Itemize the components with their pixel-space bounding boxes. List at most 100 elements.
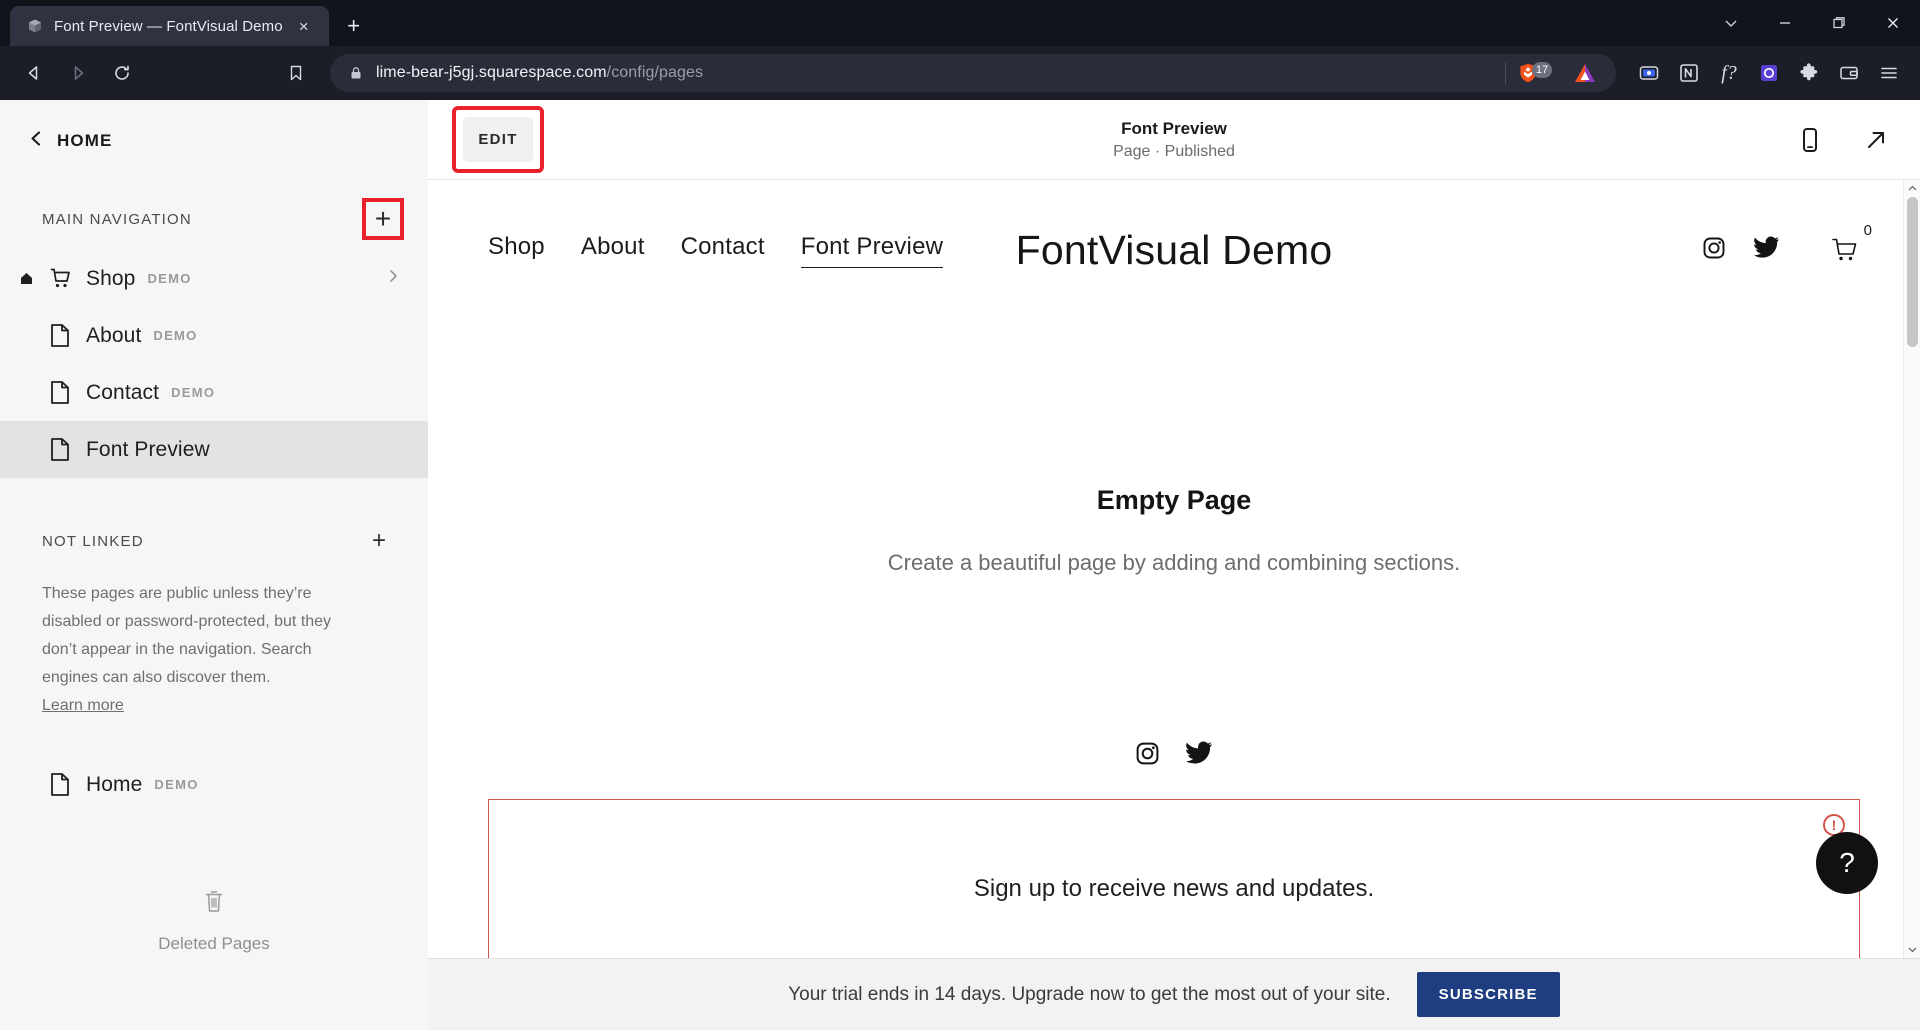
empty-page-state: Empty Page Create a beautiful page by ad…	[488, 485, 1860, 576]
shopping-cart-icon[interactable]: 0	[1830, 222, 1872, 264]
reload-icon[interactable]	[102, 53, 142, 93]
page-preview-panel: EDIT Font Preview Page · Published Shop …	[428, 100, 1920, 1030]
new-tab-button[interactable]: +	[337, 9, 371, 43]
add-page-main-nav-button[interactable]: +	[362, 198, 404, 240]
preview-scrollbar[interactable]	[1903, 180, 1920, 958]
sidebar-item-about[interactable]: About DEMO	[0, 307, 428, 364]
page-icon	[40, 380, 80, 405]
edit-button[interactable]: EDIT	[463, 117, 533, 162]
main-navigation-title: MAIN NAVIGATION	[42, 210, 192, 228]
browser-window: Font Preview — FontVisual Demo × + lime-…	[0, 0, 1920, 1030]
notion-icon[interactable]	[1672, 56, 1706, 90]
page-icon	[40, 772, 80, 797]
opera-o-icon[interactable]	[1752, 56, 1786, 90]
page-status: Page · Published	[1113, 142, 1235, 160]
newsletter-text: Sign up to receive news and updates.	[973, 875, 1375, 902]
subscribe-button[interactable]: SUBSCRIBE	[1416, 972, 1560, 1017]
preview-header: EDIT Font Preview Page · Published	[428, 100, 1920, 180]
page-icon	[40, 323, 80, 348]
main-navigation-header: MAIN NAVIGATION +	[0, 152, 428, 240]
minimize-button[interactable]	[1758, 0, 1812, 46]
bookmark-icon[interactable]	[276, 53, 316, 93]
cart-icon	[40, 266, 80, 291]
sidebar-item-label: Font Preview	[86, 437, 210, 461]
maximize-button[interactable]	[1812, 0, 1866, 46]
empty-page-title: Empty Page	[1096, 485, 1252, 515]
sidebar-item-badge: DEMO	[147, 271, 192, 286]
trial-banner: Your trial ends in 14 days. Upgrade now …	[428, 958, 1920, 1030]
lock-icon	[348, 65, 364, 81]
shield-badge-count: 17	[1532, 62, 1552, 78]
address-bar[interactable]: lime-bear-j5gj.squarespace.com/config/pa…	[330, 54, 1616, 92]
sidebar-back-home[interactable]: HOME	[0, 100, 428, 152]
site-header-social: 0	[1702, 222, 1872, 265]
pages-sidebar: HOME MAIN NAVIGATION + Shop DEMO About D…	[0, 100, 428, 1030]
newsletter-section[interactable]: Sign up to receive news and updates. !	[488, 799, 1860, 958]
preview-actions	[1794, 124, 1892, 156]
cart-count: 0	[1863, 222, 1872, 239]
twitter-icon[interactable]	[1186, 741, 1213, 771]
scroll-up-arrow-icon[interactable]	[1904, 180, 1920, 197]
site-nav-contact[interactable]: Contact	[681, 233, 765, 267]
tab-title: Font Preview — FontVisual Demo	[54, 17, 283, 35]
not-linked-description: These pages are public unless they’re di…	[0, 558, 428, 720]
homepage-indicator-icon	[12, 271, 40, 286]
edit-button-wrapper: EDIT	[452, 106, 544, 173]
site-header: Shop About Contact Font Preview FontVisu…	[488, 180, 1872, 300]
instagram-icon[interactable]	[1135, 741, 1160, 771]
site-footer-social	[488, 741, 1860, 771]
instagram-icon[interactable]	[1702, 236, 1726, 265]
capture-icon[interactable]	[1632, 56, 1666, 90]
omnibox-actions: 17	[1505, 56, 1606, 90]
back-icon[interactable]	[14, 53, 54, 93]
scrollbar-thumb[interactable]	[1907, 197, 1918, 347]
divider	[1505, 62, 1506, 84]
site-nav-about[interactable]: About	[581, 233, 645, 267]
not-linked-header: NOT LINKED +	[0, 478, 428, 558]
not-linked-description-text: These pages are public unless they’re di…	[42, 585, 332, 686]
site-navigation: Shop About Contact Font Preview	[488, 233, 944, 268]
extensions-puzzle-icon[interactable]	[1792, 56, 1826, 90]
learn-more-link[interactable]: Learn more	[42, 697, 124, 714]
sidebar-item-contact[interactable]: Contact DEMO	[0, 364, 428, 421]
deleted-pages-button[interactable]: Deleted Pages	[0, 889, 428, 954]
cube-icon	[26, 17, 44, 35]
close-window-button[interactable]	[1866, 0, 1920, 46]
external-link-icon[interactable]	[1860, 124, 1892, 156]
sidebar-item-label: Contact	[86, 380, 160, 404]
wallet-icon[interactable]	[1832, 56, 1866, 90]
site-nav-font-preview[interactable]: Font Preview	[800, 233, 944, 268]
sidebar-item-badge: DEMO	[154, 777, 199, 792]
close-icon[interactable]: ×	[293, 15, 315, 37]
url-path: /config/pages	[606, 64, 704, 81]
mobile-device-icon[interactable]	[1794, 124, 1826, 156]
browser-tab[interactable]: Font Preview — FontVisual Demo ×	[10, 6, 329, 46]
not-linked-list: Home DEMO	[0, 756, 428, 813]
sidebar-item-font-preview[interactable]: Font Preview	[0, 421, 428, 478]
empty-page-subtitle: Create a beautiful page by adding and co…	[887, 550, 1461, 575]
help-button[interactable]: ?	[1816, 832, 1878, 894]
sidebar-item-home[interactable]: Home DEMO	[0, 756, 428, 813]
f-question-icon[interactable]: f?	[1712, 56, 1746, 90]
chevron-left-icon	[28, 130, 45, 152]
scroll-down-arrow-icon[interactable]	[1904, 941, 1920, 958]
chevron-down-icon[interactable]	[1704, 0, 1758, 46]
sidebar-item-badge: DEMO	[153, 328, 198, 343]
sidebar-home-label: HOME	[57, 131, 113, 150]
forward-icon[interactable]	[58, 53, 98, 93]
sidebar-item-badge: DEMO	[171, 385, 216, 400]
add-page-not-linked-button[interactable]: +	[362, 524, 396, 558]
sidebar-item-shop[interactable]: Shop DEMO	[0, 250, 428, 307]
brave-shield-icon[interactable]: 17	[1516, 61, 1552, 85]
site-nav-shop[interactable]: Shop	[488, 233, 545, 267]
chevron-right-icon[interactable]	[386, 269, 400, 288]
tab-strip: Font Preview — FontVisual Demo × +	[0, 0, 1920, 46]
twitter-icon[interactable]	[1754, 235, 1780, 265]
deleted-pages-label: Deleted Pages	[158, 934, 270, 953]
squarespace-app: HOME MAIN NAVIGATION + Shop DEMO About D…	[0, 100, 1920, 1030]
window-controls	[1704, 0, 1920, 46]
site-content: Shop About Contact Font Preview FontVisu…	[428, 180, 1920, 958]
bat-triangle-icon[interactable]	[1568, 56, 1602, 90]
not-linked-title: NOT LINKED	[42, 532, 144, 550]
hamburger-menu-icon[interactable]	[1872, 56, 1906, 90]
